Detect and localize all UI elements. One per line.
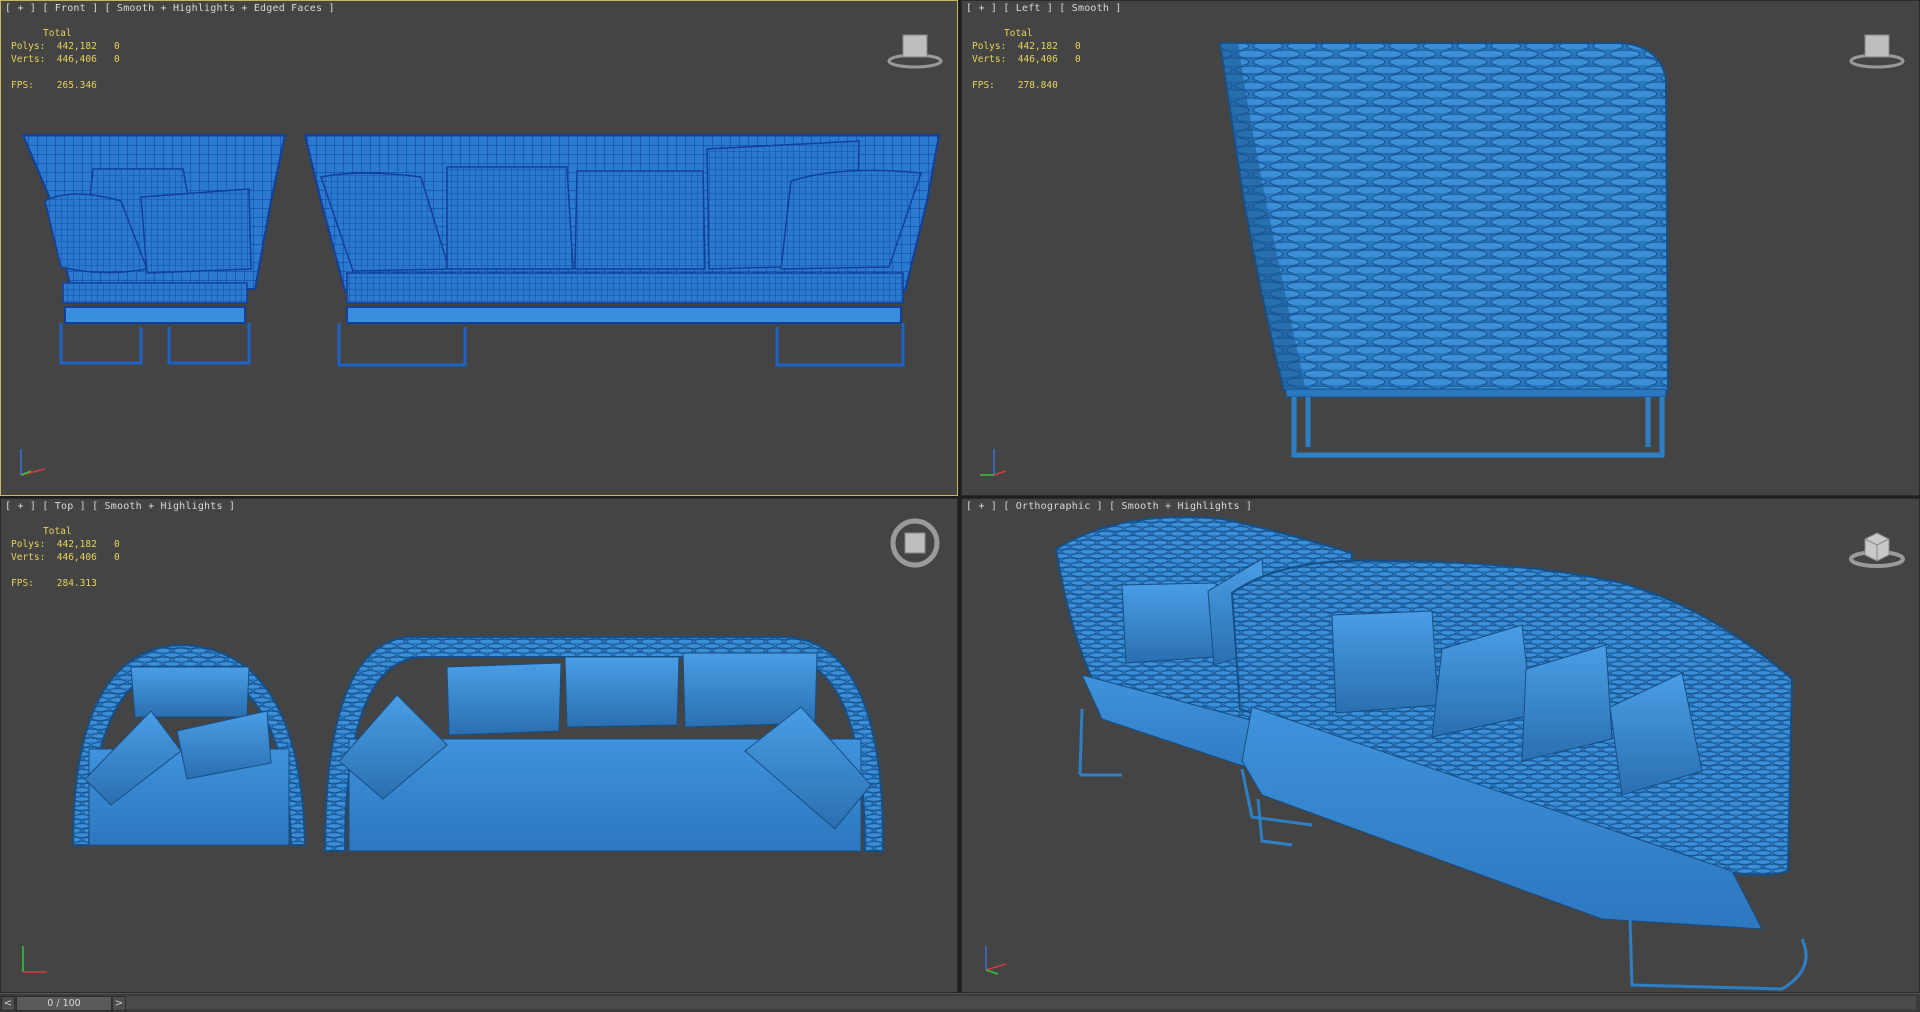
stats-total: Total [43,526,72,537]
timeline-next-button[interactable]: > [112,996,126,1011]
viewport-left[interactable]: [ + ] [ Left ] [ Smooth ] Total Polys: 4… [961,0,1920,496]
viewcube-front-icon[interactable] [879,27,943,75]
stats-polys: Polys: 442,182 0 [972,41,1081,52]
viewcube-left-icon[interactable] [1841,27,1905,75]
stats-total: Total [43,28,72,39]
axis-tripod-icon [980,449,1007,476]
axis-tripod-icon [985,946,1007,975]
viewport-label[interactable]: [ + ] [ Front ] [ Smooth + Highlights + … [5,3,335,14]
stats-overlay: Total Polys: 442,182 0 Verts: 446,406 0 … [972,27,1081,92]
stats-verts: Verts: 446,406 0 [11,552,120,563]
viewport-label[interactable]: [ + ] [ Top ] [ Smooth + Highlights ] [5,501,235,512]
viewport-label[interactable]: [ + ] [ Orthographic ] [ Smooth + Highli… [966,501,1252,512]
stats-fps: FPS: 284.313 [11,578,97,589]
stats-verts: Verts: 446,406 0 [972,54,1081,65]
viewcube-orthographic-icon[interactable] [1841,525,1905,573]
stats-total: Total [1004,28,1033,39]
stats-overlay: Total Polys: 442,182 0 Verts: 446,406 0 … [11,27,120,92]
stats-polys: Polys: 442,182 0 [11,539,120,550]
timeline-bar: < 0 / 100 > [0,993,1920,1012]
axis-tripod-icon [22,946,47,973]
timeline-track[interactable] [126,996,1916,1009]
viewport-top[interactable]: [ + ] [ Top ] [ Smooth + Highlights ] To… [0,498,958,993]
stats-verts: Verts: 446,406 0 [11,54,120,65]
stats-polys: Polys: 442,182 0 [11,41,120,52]
viewport-orthographic[interactable]: [ + ] [ Orthographic ] [ Smooth + Highli… [961,498,1920,993]
stats-fps: FPS: 265.346 [11,80,97,91]
top-view-model [71,635,885,852]
viewport-front[interactable]: [ + ] [ Front ] [ Smooth + Highlights + … [0,0,958,496]
stats-overlay: Total Polys: 442,182 0 Verts: 446,406 0 … [11,525,120,590]
viewcube-top-icon[interactable] [879,513,943,569]
orthographic-view-model [1054,516,1808,991]
axis-tripod-icon [20,449,46,476]
viewport-label[interactable]: [ + ] [ Left ] [ Smooth ] [966,3,1122,14]
timeline-prev-button[interactable]: < [1,996,15,1011]
stats-fps: FPS: 278.840 [972,80,1058,91]
time-slider[interactable]: 0 / 100 [16,996,112,1011]
front-view-model [21,134,941,367]
left-view-model [1218,42,1670,458]
